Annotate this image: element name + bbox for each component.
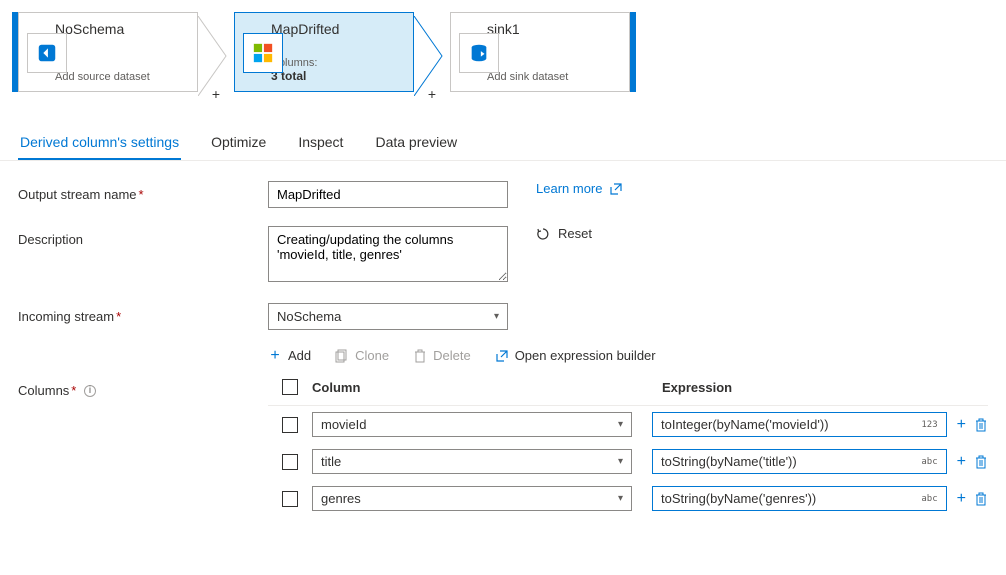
tab-optimize[interactable]: Optimize — [209, 124, 268, 160]
incoming-stream-select[interactable]: NoSchema ▾ — [268, 303, 508, 330]
delete-button[interactable]: Delete — [413, 348, 471, 363]
sink-icon — [468, 42, 490, 64]
tab-data-preview[interactable]: Data preview — [373, 124, 459, 160]
tab-derived-settings[interactable]: Derived column's settings — [18, 124, 181, 160]
output-stream-input[interactable] — [268, 181, 508, 208]
add-button[interactable]: + Add — [268, 348, 311, 363]
select-all-checkbox[interactable] — [282, 379, 298, 395]
copy-icon — [335, 349, 349, 363]
reset-icon — [536, 227, 550, 241]
output-stream-label: Output stream name* — [18, 181, 268, 202]
settings-tabs: Derived column's settings Optimize Inspe… — [0, 124, 1006, 161]
column-name-select[interactable]: title ▾ — [312, 449, 632, 474]
expression-input[interactable]: toString(byName('title')) abc — [652, 449, 947, 474]
expression-header: Expression — [662, 380, 932, 395]
row-checkbox[interactable] — [282, 417, 298, 433]
row-add-button[interactable]: + — [957, 490, 966, 508]
reset-button[interactable]: Reset — [536, 226, 592, 241]
chevron-down-icon: ▾ — [494, 311, 499, 322]
column-name-select[interactable]: movieId ▾ — [312, 412, 632, 437]
chevron-down-icon: ▾ — [618, 493, 623, 504]
type-badge: abc — [921, 494, 937, 504]
type-badge: 123 — [921, 420, 937, 430]
description-input[interactable]: Creating/updating the columns 'movieId, … — [268, 226, 508, 282]
flow-node-sink[interactable]: sink1 Add sink dataset — [450, 12, 636, 92]
description-label: Description — [18, 226, 268, 247]
expression-value: toString(byName('genres')) — [661, 491, 816, 506]
row-delete-button[interactable] — [974, 418, 988, 432]
trash-icon — [413, 349, 427, 363]
column-header: Column — [312, 380, 642, 395]
expression-value: toInteger(byName('movieId')) — [661, 417, 829, 432]
add-step-icon[interactable]: + — [212, 86, 220, 102]
row-checkbox[interactable] — [282, 454, 298, 470]
row-checkbox[interactable] — [282, 491, 298, 507]
expression-input[interactable]: toInteger(byName('movieId')) 123 — [652, 412, 947, 437]
clone-button[interactable]: Clone — [335, 348, 389, 363]
row-delete-button[interactable] — [974, 455, 988, 469]
add-step-icon[interactable]: + — [428, 86, 436, 102]
tab-inspect[interactable]: Inspect — [296, 124, 345, 160]
column-name-select[interactable]: genres ▾ — [312, 486, 632, 511]
flow-connector: + — [414, 12, 450, 96]
flow-node-source[interactable]: NoSchema Add source dataset — [12, 12, 198, 92]
columns-label: Columns* i — [18, 373, 268, 517]
column-name-value: movieId — [321, 417, 367, 432]
flow-connector: + — [198, 12, 234, 96]
source-icon — [36, 42, 58, 64]
table-row: movieId ▾ toInteger(byName('movieId')) 1… — [268, 406, 988, 443]
chevron-down-icon: ▾ — [618, 419, 623, 430]
info-icon[interactable]: i — [84, 385, 96, 397]
row-add-button[interactable]: + — [957, 416, 966, 434]
columns-toolbar: + Add Clone Delete Open expression build… — [268, 348, 988, 363]
table-row: title ▾ toString(byName('title')) abc + — [268, 443, 988, 480]
chevron-down-icon: ▾ — [618, 456, 623, 467]
columns-table: Column Expression movieId ▾ toInteger(by… — [268, 373, 988, 517]
expression-input[interactable]: toString(byName('genres')) abc — [652, 486, 947, 511]
row-add-button[interactable]: + — [957, 453, 966, 471]
external-link-icon — [495, 349, 509, 363]
learn-more-link[interactable]: Learn more — [536, 181, 622, 196]
plus-icon: + — [268, 349, 282, 363]
flow-node-derive[interactable]: MapDrifted Columns: 3 total — [234, 12, 414, 92]
row-delete-button[interactable] — [974, 492, 988, 506]
type-badge: abc — [921, 457, 937, 467]
open-expression-builder-button[interactable]: Open expression builder — [495, 348, 656, 363]
derive-icon — [252, 42, 274, 64]
incoming-stream-label: Incoming stream* — [18, 303, 268, 324]
expression-value: toString(byName('title')) — [661, 454, 797, 469]
table-row: genres ▾ toString(byName('genres')) abc … — [268, 480, 988, 517]
column-name-value: genres — [321, 491, 361, 506]
flow-graph: NoSchema Add source dataset + MapDrifted… — [0, 0, 1006, 100]
column-name-value: title — [321, 454, 341, 469]
external-link-icon — [610, 183, 622, 195]
